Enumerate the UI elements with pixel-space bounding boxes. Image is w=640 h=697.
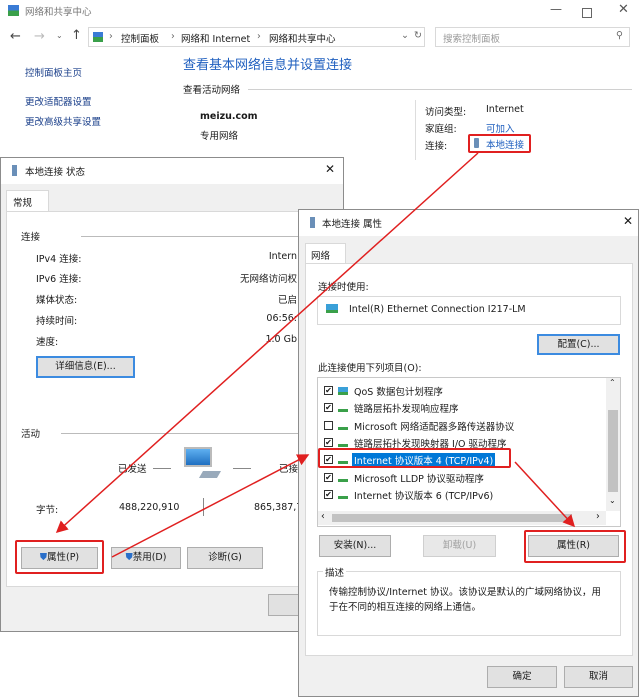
arrow-to-status-properties <box>55 152 479 534</box>
annotation-arrows <box>55 152 576 558</box>
arrow-to-item-properties <box>514 461 576 528</box>
arrow-to-ipv4 <box>111 454 310 558</box>
